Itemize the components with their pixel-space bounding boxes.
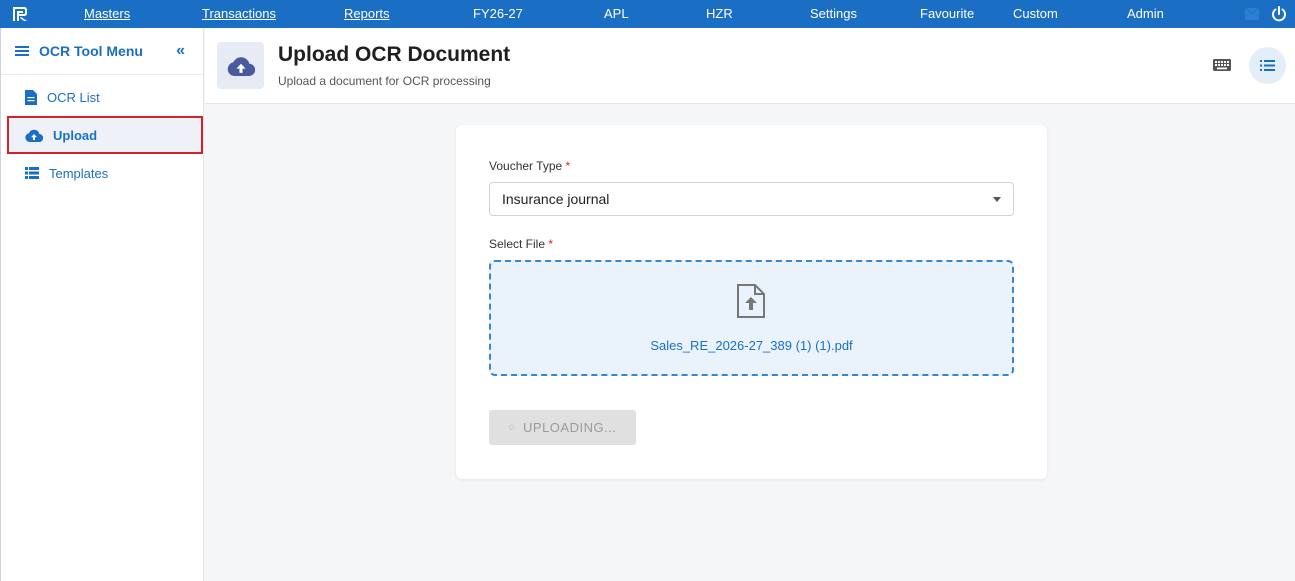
nav-transactions[interactable]: Transactions — [202, 0, 276, 28]
collapse-sidebar-icon[interactable]: « — [176, 42, 185, 60]
nav-transactions-label: Transactions — [202, 6, 276, 21]
select-file-label-text: Select File — [489, 237, 546, 251]
page-header: Upload OCR Document Upload a document fo… — [205, 28, 1295, 104]
page-subtitle: Upload a document for OCR processing — [278, 74, 491, 88]
logo-icon — [13, 7, 27, 21]
file-upload-icon — [737, 284, 765, 318]
upload-button-label: UPLOADING... — [523, 420, 617, 435]
keyboard-icon — [1213, 59, 1231, 71]
top-right-actions — [1245, 0, 1295, 28]
list-view-button[interactable] — [1249, 47, 1286, 84]
sidebar-item-label: Templates — [49, 165, 109, 181]
list-icon — [25, 167, 39, 179]
sidebar-item-ocr-list[interactable]: OCR List — [1, 78, 203, 116]
page-title: Upload OCR Document — [278, 43, 511, 66]
top-nav-menu: Masters Transactions Reports FY26-27 APL… — [40, 0, 1295, 28]
nav-reports[interactable]: Reports — [344, 0, 390, 28]
voucher-type-select[interactable]: Insurance journal — [489, 182, 1014, 216]
select-file-label: Select File * — [489, 237, 553, 251]
nav-masters[interactable]: Masters — [84, 0, 130, 28]
sidebar-item-label: OCR List — [47, 89, 100, 105]
upload-form-card: Voucher Type * Insurance journal Select … — [456, 125, 1047, 479]
voucher-type-label: Voucher Type * — [489, 159, 570, 173]
sidebar: OCR Tool Menu « OCR List Upload Template… — [0, 28, 204, 581]
nav-apl[interactable]: APL — [604, 0, 629, 28]
sidebar-title: OCR Tool Menu — [39, 43, 143, 59]
cloud-upload-icon — [25, 129, 43, 142]
top-nav-bar: Masters Transactions Reports FY26-27 APL… — [0, 0, 1295, 28]
nav-hzr[interactable]: HZR — [706, 0, 733, 28]
mail-icon[interactable] — [1245, 8, 1259, 20]
app-logo[interactable] — [0, 0, 40, 28]
loading-spinner-icon: ◌ — [508, 422, 516, 433]
sidebar-item-templates[interactable]: Templates — [1, 154, 203, 192]
nav-reports-label: Reports — [344, 6, 390, 21]
header-icon-box — [217, 42, 264, 89]
selected-file-name: Sales_RE_2026-27_389 (1) (1).pdf — [650, 338, 853, 353]
cloud-upload-icon — [227, 56, 255, 76]
dropdown-caret-icon — [993, 197, 1001, 202]
nav-financial-year[interactable]: FY26-27 — [473, 0, 523, 28]
power-icon[interactable] — [1271, 6, 1287, 22]
file-dropzone[interactable]: Sales_RE_2026-27_389 (1) (1).pdf — [489, 260, 1014, 376]
keyboard-shortcuts-button[interactable] — [1213, 58, 1231, 76]
document-icon — [25, 89, 37, 105]
nav-admin[interactable]: Admin — [1127, 0, 1164, 28]
required-marker: * — [565, 159, 571, 173]
nav-custom[interactable]: Custom — [1013, 0, 1058, 28]
required-marker: * — [548, 237, 554, 251]
nav-settings[interactable]: Settings — [810, 0, 857, 28]
upload-button[interactable]: ◌ UPLOADING... — [489, 410, 636, 445]
voucher-type-value: Insurance journal — [502, 191, 610, 207]
voucher-type-label-text: Voucher Type — [489, 159, 563, 173]
sidebar-item-label: Upload — [53, 127, 98, 143]
nav-masters-label: Masters — [84, 6, 131, 21]
sidebar-item-upload[interactable]: Upload — [7, 116, 203, 154]
hamburger-menu-icon[interactable] — [15, 45, 29, 57]
sidebar-header: OCR Tool Menu « — [1, 28, 203, 75]
list-icon — [1260, 60, 1275, 71]
nav-favourite[interactable]: Favourite — [920, 0, 974, 28]
